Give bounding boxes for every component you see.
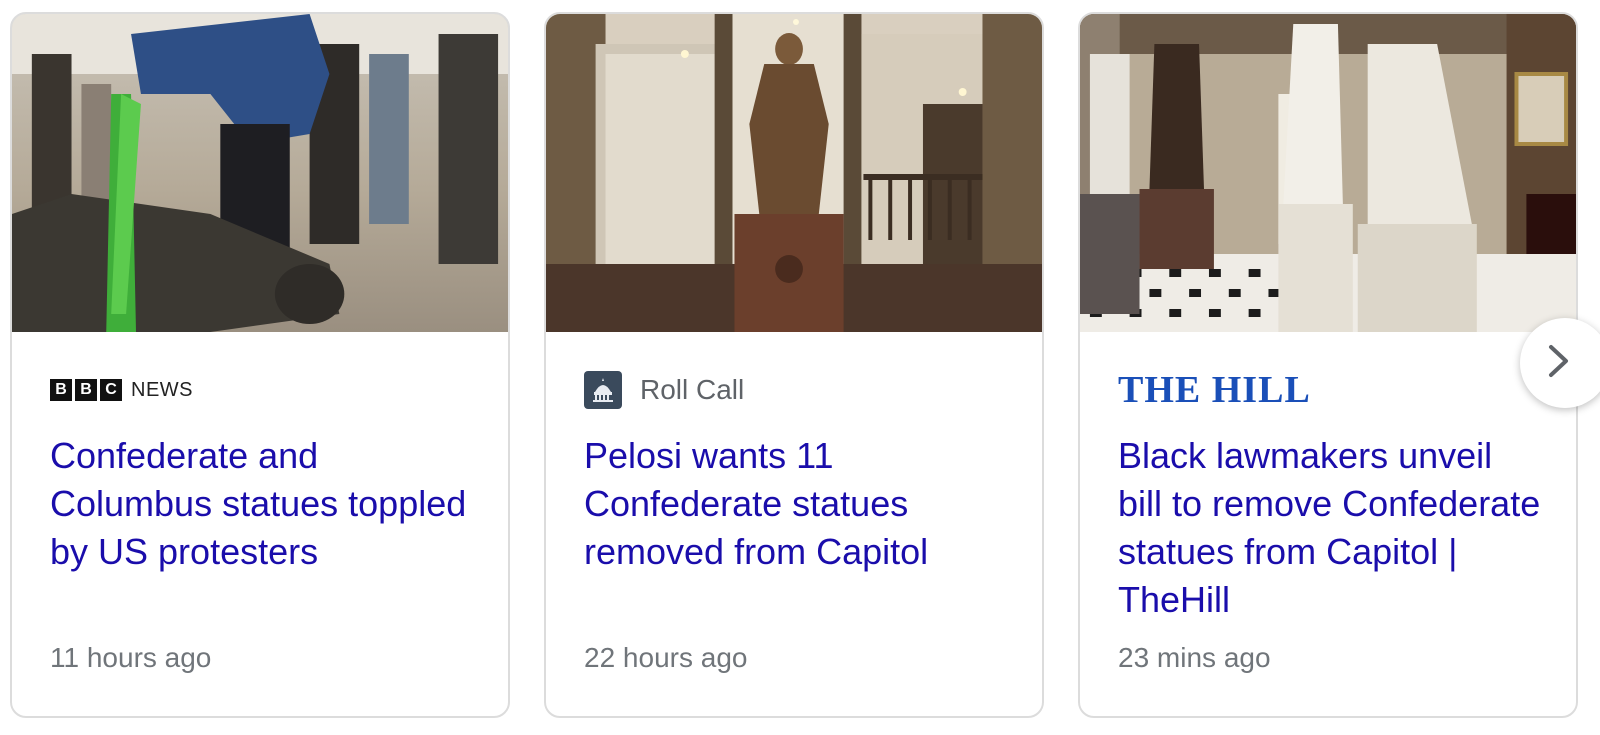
news-headline[interactable]: Confederate and Columbus statues toppled…: [50, 432, 478, 576]
news-headline[interactable]: Pelosi wants 11 Confederate statues remo…: [584, 432, 1012, 576]
news-timestamp: 23 mins ago: [1118, 642, 1271, 673]
chevron-right-icon: [1548, 344, 1570, 383]
bbc-logo-letter: B: [75, 379, 97, 401]
capitol-dome-icon: [584, 371, 622, 409]
news-thumbnail: [546, 14, 1042, 332]
news-carousel: B B C NEWS Confederate and Columbus stat…: [0, 0, 1600, 735]
news-card[interactable]: Roll Call Pelosi wants 11 Confederate st…: [544, 12, 1044, 718]
news-card[interactable]: THE HILL Black lawmakers unveil bill to …: [1078, 12, 1578, 718]
bbc-logo-letter: B: [50, 379, 72, 401]
news-card[interactable]: B B C NEWS Confederate and Columbus stat…: [10, 12, 510, 718]
news-thumbnail: [1080, 14, 1576, 332]
news-source: Roll Call: [584, 370, 744, 410]
news-timestamp: 22 hours ago: [584, 642, 748, 673]
bbc-news-logo: B B C NEWS: [50, 379, 193, 402]
news-headline[interactable]: Black lawmakers unveil bill to remove Co…: [1118, 432, 1546, 624]
the-hill-logo: THE HILL: [1118, 369, 1311, 411]
source-name: Roll Call: [640, 374, 745, 405]
news-source: THE HILL: [1118, 369, 1311, 411]
bbc-logo-suffix: NEWS: [131, 378, 193, 401]
bbc-logo-letter: C: [100, 379, 122, 401]
news-source: B B C NEWS: [50, 370, 193, 410]
carousel-next-button[interactable]: [1520, 318, 1600, 408]
news-timestamp: 11 hours ago: [50, 642, 212, 673]
news-thumbnail: [12, 14, 508, 332]
